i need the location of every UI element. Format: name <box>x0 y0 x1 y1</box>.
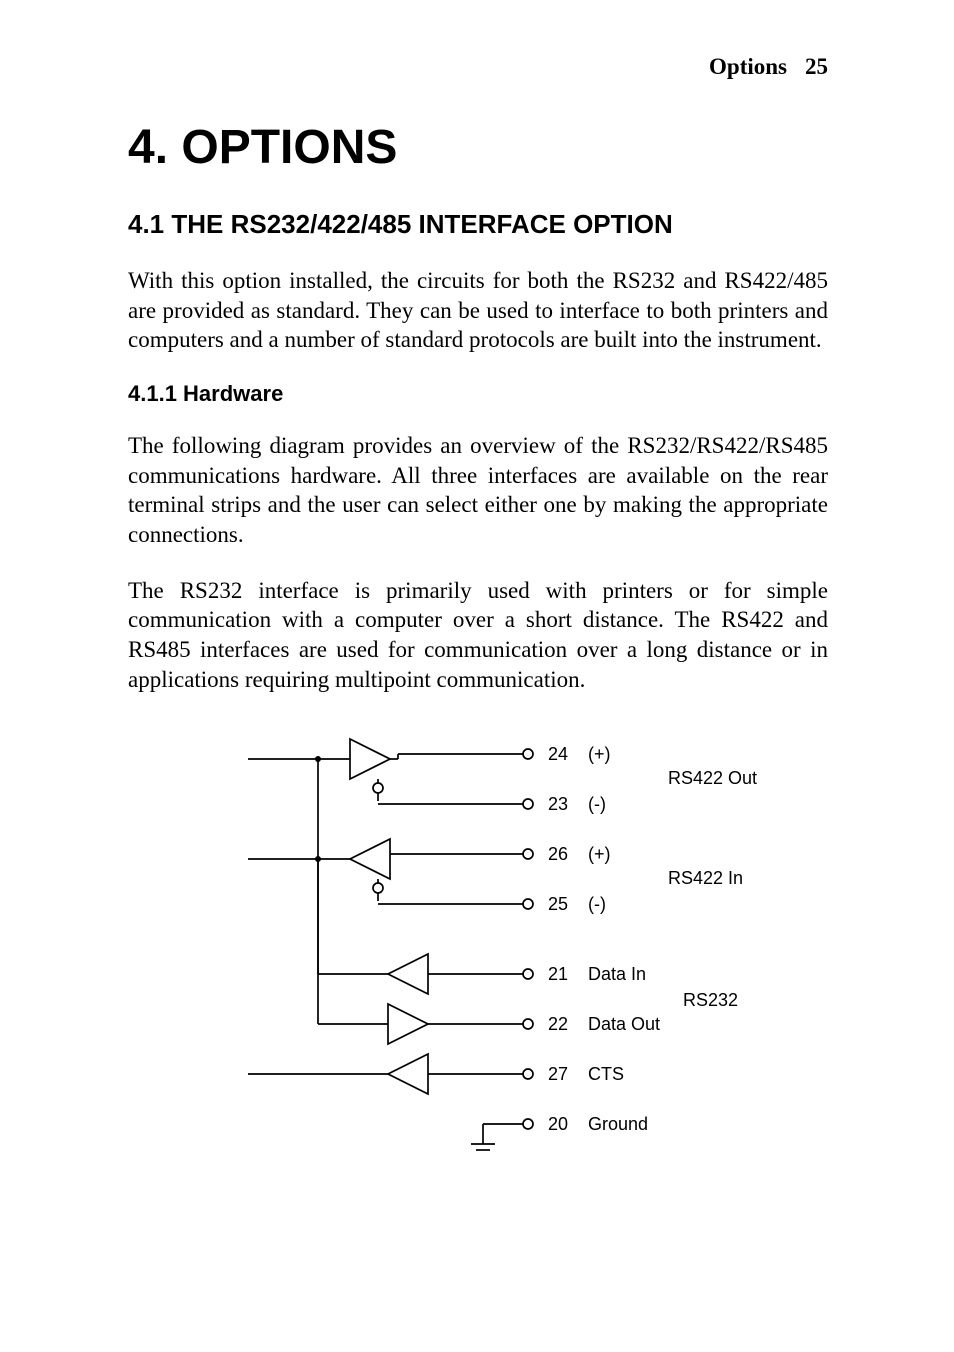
pin-25: 25 <box>548 894 568 914</box>
section-4-1-paragraph: With this option installed, the circuits… <box>128 266 828 355</box>
header-page-number: 25 <box>805 54 828 80</box>
interface-diagram-svg: 24 (+) 23 (-) 26 (+) 25 (-) 21 Data In 2… <box>128 724 828 1154</box>
chapter-title: 4. OPTIONS <box>128 120 828 175</box>
sig-24: (+) <box>588 744 611 764</box>
group-rs422-out: RS422 Out <box>668 768 757 788</box>
running-header: Options 25 <box>128 54 828 80</box>
pin-20: 20 <box>548 1114 568 1134</box>
sig-22: Data Out <box>588 1014 660 1034</box>
section-4-1-1-paragraph-2: The RS232 interface is primarily used wi… <box>128 576 828 695</box>
pin-27: 27 <box>548 1064 568 1084</box>
sig-21: Data In <box>588 964 646 984</box>
pin-26: 26 <box>548 844 568 864</box>
group-rs422-in: RS422 In <box>668 868 743 888</box>
sig-23: (-) <box>588 794 606 814</box>
sig-25: (-) <box>588 894 606 914</box>
pin-23: 23 <box>548 794 568 814</box>
sig-26: (+) <box>588 844 611 864</box>
section-4-1-1-paragraph-1: The following diagram provides an overvi… <box>128 431 828 550</box>
group-rs232: RS232 <box>683 990 738 1010</box>
pin-24: 24 <box>548 744 568 764</box>
pin-22: 22 <box>548 1014 568 1034</box>
pin-21: 21 <box>548 964 568 984</box>
interface-diagram: 24 (+) 23 (-) 26 (+) 25 (-) 21 Data In 2… <box>128 724 828 1154</box>
header-section: Options <box>709 54 787 79</box>
sig-20: Ground <box>588 1114 648 1134</box>
section-4-1-1-heading: 4.1.1 Hardware <box>128 381 828 407</box>
section-4-1-heading: 4.1 THE RS232/422/485 INTERFACE OPTION <box>128 209 828 240</box>
sig-27: CTS <box>588 1064 624 1084</box>
